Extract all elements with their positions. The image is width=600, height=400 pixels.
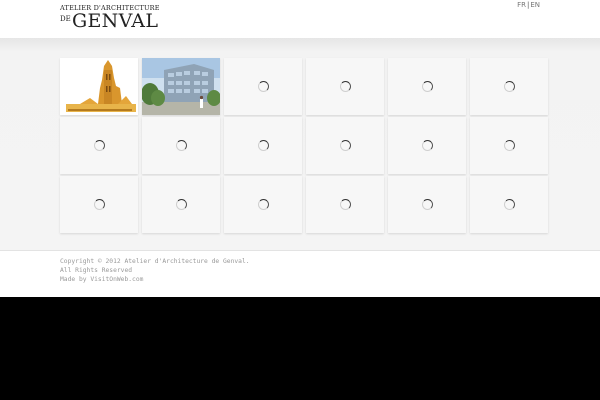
loading-spinner-icon xyxy=(340,140,351,151)
gallery-section xyxy=(0,38,600,250)
office-building-image xyxy=(142,58,220,115)
gallery-tile[interactable] xyxy=(388,117,466,174)
logo-de: DE xyxy=(60,15,71,23)
loading-spinner-icon xyxy=(422,140,433,151)
site-page: ATELIER D'ARCHITECTURE DE GENVAL FR|EN C… xyxy=(0,0,600,297)
loading-spinner-icon xyxy=(422,81,433,92)
loading-spinner-icon xyxy=(258,199,269,210)
lang-fr-link[interactable]: FR xyxy=(517,1,526,9)
gallery-tile[interactable] xyxy=(306,117,384,174)
loading-spinner-icon xyxy=(94,140,105,151)
lang-en-link[interactable]: EN xyxy=(530,1,540,9)
gallery-tile[interactable] xyxy=(470,176,548,233)
lang-separator: | xyxy=(526,1,530,9)
copyright-text: Copyright © 2012 Atelier d'Architecture … xyxy=(60,258,250,274)
loading-spinner-icon xyxy=(340,199,351,210)
made-by-link[interactable]: Made by VisitOnWeb.com xyxy=(60,275,250,284)
footer: Copyright © 2012 Atelier d'Architecture … xyxy=(0,250,600,297)
loading-spinner-icon xyxy=(176,140,187,151)
gallery-tile[interactable] xyxy=(60,117,138,174)
gallery-tile[interactable] xyxy=(306,176,384,233)
gallery-tile[interactable] xyxy=(388,58,466,115)
gallery-tile[interactable] xyxy=(60,176,138,233)
language-switcher: FR|EN xyxy=(517,1,540,9)
loading-spinner-icon xyxy=(504,81,515,92)
cathedral-image xyxy=(60,58,138,115)
header: ATELIER D'ARCHITECTURE DE GENVAL FR|EN xyxy=(0,0,600,39)
gallery-tile[interactable] xyxy=(306,58,384,115)
loading-spinner-icon xyxy=(94,199,105,210)
loading-spinner-icon xyxy=(258,140,269,151)
gallery-tile[interactable] xyxy=(470,117,548,174)
gallery-tile[interactable] xyxy=(224,176,302,233)
loading-spinner-icon xyxy=(504,140,515,151)
gallery-tile[interactable] xyxy=(60,58,138,115)
loading-spinner-icon xyxy=(422,199,433,210)
gallery-tile[interactable] xyxy=(142,176,220,233)
loading-spinner-icon xyxy=(258,81,269,92)
site-logo[interactable]: ATELIER D'ARCHITECTURE DE GENVAL xyxy=(60,4,160,39)
loading-spinner-icon xyxy=(340,81,351,92)
gallery-tile[interactable] xyxy=(142,58,220,115)
gallery-tile[interactable] xyxy=(224,117,302,174)
loading-spinner-icon xyxy=(504,199,515,210)
gallery-tile[interactable] xyxy=(142,117,220,174)
gallery-tile[interactable] xyxy=(470,58,548,115)
gallery-tile[interactable] xyxy=(224,58,302,115)
loading-spinner-icon xyxy=(176,199,187,210)
gallery-tile[interactable] xyxy=(388,176,466,233)
logo-name: GENVAL xyxy=(72,10,159,32)
